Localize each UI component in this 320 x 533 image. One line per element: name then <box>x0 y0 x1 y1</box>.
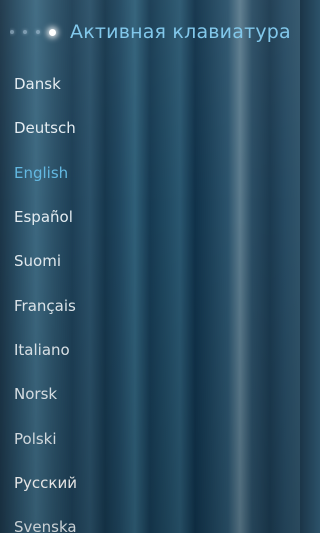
language-item-italiano[interactable]: Italiano <box>14 328 300 372</box>
language-item-dansk[interactable]: Dansk <box>14 62 300 106</box>
language-list: Dansk Deutsch English Español Suomi Fran… <box>14 62 300 533</box>
page-title: Активная клавиатура <box>70 21 291 43</box>
page-indicator-dot <box>10 30 14 34</box>
language-item-francais[interactable]: Français <box>14 283 300 327</box>
language-item-russkiy[interactable]: Русский <box>14 461 300 505</box>
page-header: Активная клавиатура <box>10 14 300 50</box>
language-item-norsk[interactable]: Norsk <box>14 372 300 416</box>
language-item-espanol[interactable]: Español <box>14 195 300 239</box>
language-item-polski[interactable]: Polski <box>14 416 300 460</box>
language-item-svenska[interactable]: Svenska <box>14 505 300 533</box>
page-indicator-dot-current <box>49 28 56 36</box>
language-item-english[interactable]: English <box>14 151 300 195</box>
page-indicator <box>10 28 64 36</box>
language-item-suomi[interactable]: Suomi <box>14 239 300 283</box>
page-indicator-dot <box>23 30 27 34</box>
language-item-deutsch[interactable]: Deutsch <box>14 106 300 150</box>
page-indicator-dot <box>36 30 40 34</box>
